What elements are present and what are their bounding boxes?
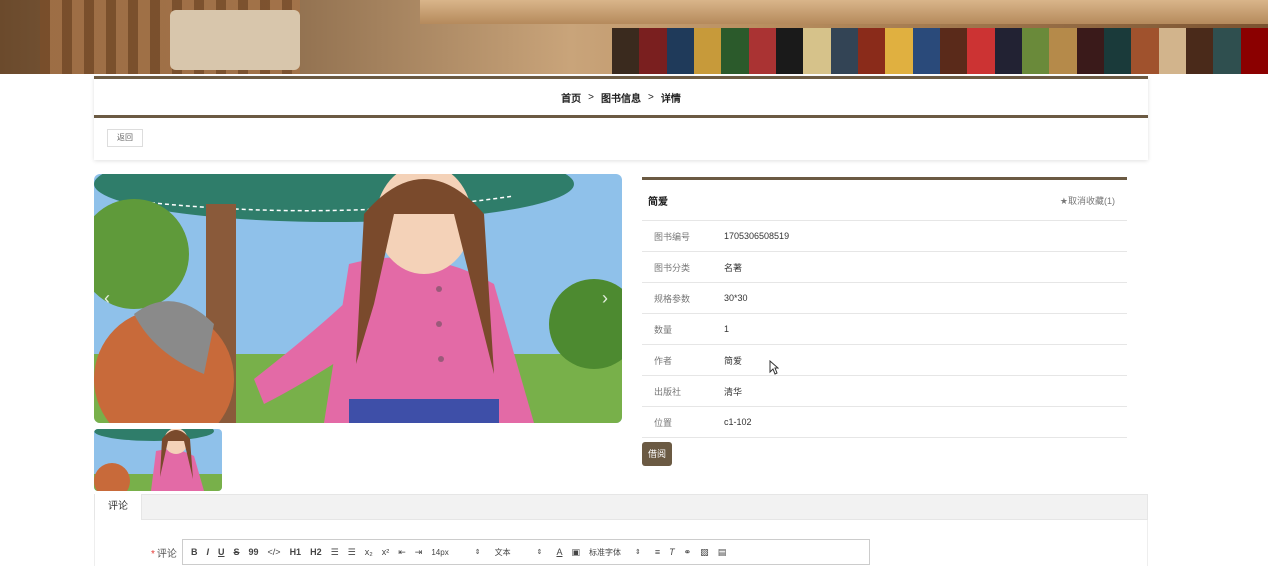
subscript-button[interactable]: x₂ (365, 547, 373, 557)
font-color-icon[interactable]: A (556, 547, 562, 557)
strikethrough-button[interactable]: S (234, 547, 240, 557)
info-value: 简爱 (724, 355, 743, 366)
info-value: 30*30 (724, 293, 748, 303)
info-label: 图书分类 (654, 262, 691, 273)
breadcrumb: 首页 > 图书信息 > 详情 (94, 76, 1148, 118)
underline-button[interactable]: U (218, 547, 225, 557)
superscript-button[interactable]: x² (382, 547, 390, 557)
info-row: 数量 1 (642, 314, 1127, 345)
chevron-left-icon[interactable]: ‹ (104, 288, 110, 309)
unfavorite-button[interactable]: ★取消收藏(1) (1060, 194, 1115, 207)
info-label: 图书编号 (654, 231, 691, 242)
blockquote-button[interactable]: 99 (249, 547, 259, 557)
indent-icon[interactable]: ⇥ (415, 547, 423, 558)
required-mark: * (151, 549, 155, 560)
background-color-icon[interactable]: ▣ (571, 547, 580, 558)
breadcrumb-separator: > (588, 91, 594, 103)
code-block-button[interactable]: </> (268, 547, 281, 557)
select-caret-icon: ⇕ (474, 549, 481, 556)
select-caret-icon: ⇕ (634, 549, 641, 556)
italic-button[interactable]: I (207, 547, 210, 557)
video-icon[interactable]: ▤ (718, 547, 727, 558)
clear-format-icon[interactable]: T (669, 547, 675, 557)
image-icon[interactable]: ▨ (700, 547, 709, 558)
info-value: 1 (724, 324, 730, 334)
book-cover-image (94, 174, 622, 423)
comment-label-text: 评论 (156, 549, 177, 560)
comment-tab-bar: 评论 (94, 494, 1148, 520)
breadcrumb-section[interactable]: 图书信息 (601, 90, 641, 105)
info-label: 数量 (654, 324, 673, 335)
breadcrumb-current: 详情 (660, 93, 681, 105)
info-row: 图书分类 名著 (642, 252, 1127, 283)
ordered-list-icon[interactable]: ☰ (331, 547, 339, 558)
book-title: 简爱 (648, 196, 668, 208)
info-value: 清华 (724, 386, 743, 397)
banner-shelf (420, 0, 1268, 24)
info-label: 规格参数 (654, 293, 691, 304)
book-info-header: 简爱 ★取消收藏(1) (642, 177, 1127, 221)
breadcrumb-separator: > (648, 91, 654, 103)
info-label: 出版社 (654, 386, 682, 397)
font-family-value: 标准字体 (588, 547, 621, 557)
chevron-right-icon[interactable]: › (602, 288, 608, 309)
breadcrumb-home[interactable]: 首页 (561, 90, 581, 105)
book-thumbnail[interactable] (94, 429, 222, 491)
header-banner (0, 0, 1268, 74)
banner-books (612, 28, 1268, 74)
info-label: 作者 (654, 355, 673, 366)
borrow-button[interactable]: 借阅 (642, 442, 672, 466)
text-style-select[interactable]: 文本 ⇕ (495, 547, 543, 558)
book-info-panel: 简爱 ★取消收藏(1) 图书编号 1705306508519 图书分类 名著 规格参… (642, 177, 1127, 438)
font-size-select[interactable]: 14px ⇕ (431, 548, 480, 557)
link-icon[interactable]: ⚭ (684, 547, 692, 558)
banner-couch (170, 10, 300, 70)
tab-comment[interactable]: 评论 (95, 494, 142, 520)
book-image-carousel[interactable] (94, 174, 622, 423)
info-value: 1705306508519 (724, 231, 790, 241)
mouse-cursor-icon (769, 360, 779, 375)
text-style-value: 文本 (494, 547, 511, 557)
info-row: 出版社 清华 (642, 376, 1127, 407)
comment-field-label: * 评论 (151, 545, 177, 560)
bold-button[interactable]: B (191, 547, 198, 557)
info-row: 图书编号 1705306508519 (642, 221, 1127, 252)
outdent-icon[interactable]: ⇤ (398, 547, 406, 558)
bullet-list-icon[interactable]: ☰ (348, 547, 356, 558)
heading1-button[interactable]: H1 (290, 547, 302, 557)
select-caret-icon: ⇕ (536, 549, 543, 556)
info-label: 位置 (654, 417, 673, 428)
font-size-value: 14px (431, 547, 449, 557)
info-value: c1-102 (724, 417, 752, 427)
align-icon[interactable]: ≡ (655, 547, 660, 557)
info-value: 名著 (724, 262, 743, 273)
heading2-button[interactable]: H2 (310, 547, 322, 557)
font-family-select[interactable]: 标准字体 ⇕ (589, 547, 641, 558)
thumbnail-image (94, 429, 222, 491)
info-row: 规格参数 30*30 (642, 283, 1127, 314)
breadcrumb-panel: 首页 > 图书信息 > 详情 返回 (94, 76, 1148, 160)
info-row: 作者 简爱 (642, 345, 1127, 376)
info-row: 位置 c1-102 (642, 407, 1127, 438)
rich-text-toolbar: B I U S 99 </> H1 H2 ☰ ☰ x₂ x² ⇤ ⇥ 14px ⇕… (182, 539, 870, 565)
back-button[interactable]: 返回 (107, 129, 143, 147)
